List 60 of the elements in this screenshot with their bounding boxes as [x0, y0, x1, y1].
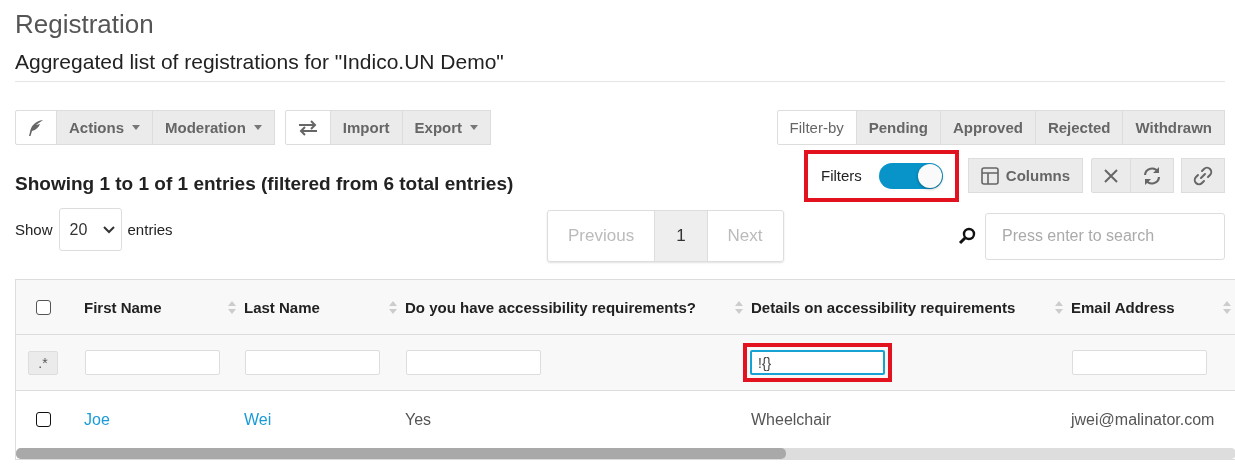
feather-button[interactable] [15, 110, 57, 145]
link-button[interactable] [1181, 158, 1225, 193]
import-button[interactable]: Import [329, 110, 403, 145]
filters-label: Filters [821, 167, 862, 184]
sort-icon [735, 300, 743, 314]
column-header[interactable]: Details on accessibility requirements [751, 298, 1016, 316]
search-icon [958, 227, 976, 245]
name-link[interactable]: Joe [84, 410, 110, 429]
page-button[interactable]: 1 [654, 211, 707, 261]
name-link[interactable]: Wei [244, 410, 272, 429]
status-filter-button[interactable]: Withdrawn [1122, 110, 1225, 145]
search-field[interactable]: Press enter to search [985, 212, 1225, 260]
select-all-checkbox[interactable] [36, 299, 51, 315]
table-cell: jwei@malinator.com [1071, 410, 1215, 429]
feather-icon [28, 118, 44, 137]
clear-button[interactable] [1091, 158, 1131, 193]
filter-by-label: Filter-by [776, 110, 857, 145]
close-icon [1103, 167, 1119, 184]
swap-button[interactable] [284, 110, 331, 145]
caret-icon [470, 125, 479, 130]
show-label: Show [15, 221, 53, 238]
dropdown-button[interactable]: Export [401, 110, 492, 145]
column-header[interactable]: Email Address [1071, 298, 1175, 316]
column-header[interactable]: Do you have accessibility requirements? [405, 298, 696, 316]
filters-toggle[interactable] [878, 162, 943, 189]
swap-arrows-icon [297, 119, 318, 136]
dropdown-button[interactable]: Moderation [152, 110, 275, 145]
status-filter-button[interactable]: Rejected [1034, 110, 1124, 145]
refresh-icon [1142, 165, 1162, 186]
scrollbar-thumb[interactable] [16, 448, 786, 459]
table-cell: Yes [405, 410, 432, 429]
column-filter-field[interactable] [406, 350, 541, 375]
sort-icon [1055, 300, 1063, 314]
sort-icon [228, 300, 236, 314]
status-filter-button[interactable]: Approved [939, 110, 1036, 145]
sort-icon [1223, 300, 1231, 314]
page-title: Registration [15, 8, 154, 40]
column-header[interactable]: Last Name [244, 298, 320, 316]
table-cell: Wheelchair [751, 410, 832, 429]
caret-icon [132, 125, 140, 130]
column-header[interactable]: First Name [84, 298, 162, 316]
column-filter-field[interactable] [1072, 350, 1207, 375]
column-filter-field[interactable] [245, 350, 380, 375]
row-checkbox[interactable] [36, 412, 51, 427]
link-icon [1193, 165, 1213, 186]
dropdown-button[interactable]: Actions [56, 110, 153, 145]
status-filter-button[interactable]: Pending [855, 110, 941, 145]
chevron-icon [102, 225, 115, 234]
sort-icon [389, 300, 397, 314]
regex-button[interactable]: .* [28, 350, 58, 375]
columns-button[interactable]: Columns [967, 158, 1083, 193]
entries-label: entries [127, 221, 173, 238]
entries-summary: Showing 1 to 1 of 1 entries (filtered from 6 total entries) [15, 172, 514, 195]
caret-icon [253, 125, 262, 130]
columns-icon [980, 166, 999, 185]
column-filter-field[interactable] [85, 350, 220, 375]
page-size-select[interactable]: 20 [58, 208, 122, 251]
refresh-button[interactable] [1130, 158, 1174, 193]
column-filter-field[interactable]: !{} [750, 350, 885, 375]
page-subtitle: Aggregated list of registrations for "Indico.UN Demo" [15, 49, 1225, 82]
